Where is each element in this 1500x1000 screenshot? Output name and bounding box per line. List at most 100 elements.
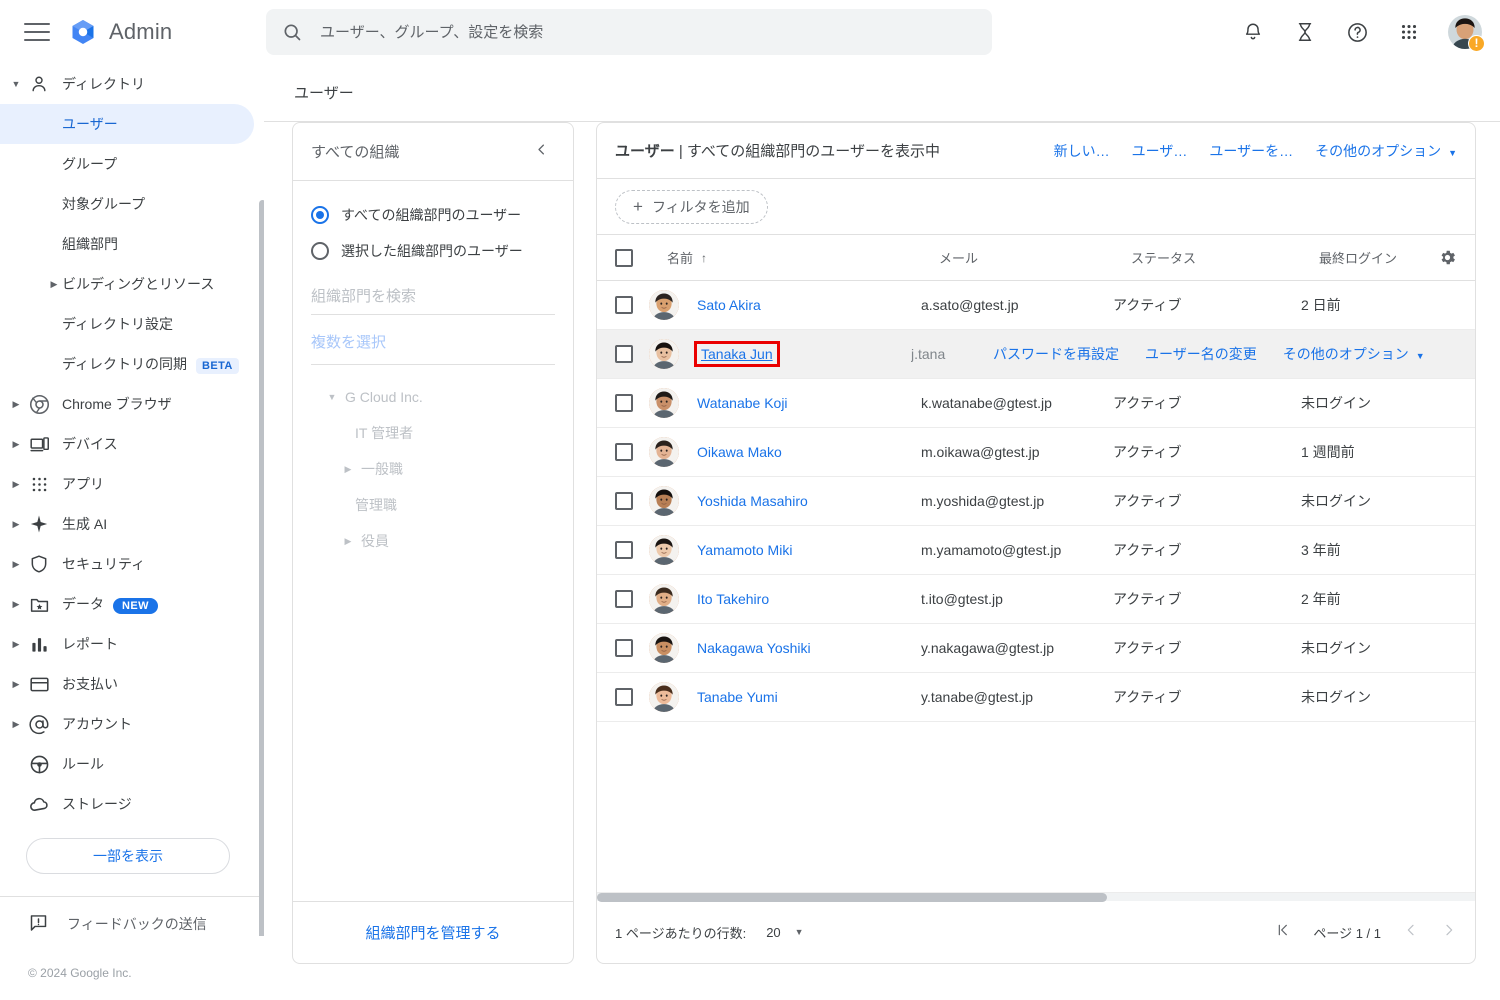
row-action-1[interactable]: ユーザー名の変更 xyxy=(1145,344,1257,364)
row-checkbox[interactable] xyxy=(615,394,633,412)
sidebar-item-5[interactable]: ▶ ビルディングとリソース xyxy=(0,264,264,304)
row-action-0[interactable]: パスワードを再設定 xyxy=(993,344,1119,364)
table-row[interactable]: Watanabe Koji k.watanabe@gtest.jp アクティブ 未ログ… xyxy=(597,379,1475,428)
send-feedback-button[interactable]: フィードバックの送信 xyxy=(0,897,264,936)
sidebar-item-6[interactable]: ディレクトリ設定 xyxy=(0,304,264,344)
expand-caret-icon[interactable]: ▶ xyxy=(10,399,22,410)
horizontal-scrollbar-track[interactable] xyxy=(597,892,1475,902)
row-checkbox[interactable] xyxy=(615,590,633,608)
table-row[interactable]: Tanaka Jun j.tanaj.tana パスワードを再設定 ユーザー名の変更 そ… xyxy=(597,330,1475,379)
table-row[interactable]: Sato Akira a.sato@gtest.jp アクティブ 2 日前 xyxy=(597,281,1475,330)
hourglass-icon[interactable] xyxy=(1292,19,1318,45)
expand-caret-icon[interactable]: ▶ xyxy=(10,439,22,450)
chevron-down-icon[interactable]: ▼ xyxy=(795,927,804,937)
sidebar-item-7[interactable]: ディレクトリの同期 BETA xyxy=(0,344,264,384)
sidebar-item-10[interactable]: ▶ アプリ xyxy=(0,464,264,504)
sidebar-item-3[interactable]: 対象グループ xyxy=(0,184,264,224)
user-name-link[interactable]: Watanabe Koji xyxy=(697,395,788,411)
user-name-link[interactable]: Sato Akira xyxy=(697,297,761,313)
chevron-down-icon[interactable]: ▼ xyxy=(325,392,339,402)
chevron-down-icon[interactable]: ▼ xyxy=(1448,148,1457,158)
row-checkbox[interactable] xyxy=(615,296,633,314)
user-name-link[interactable]: Yamamoto Miki xyxy=(697,542,792,558)
row-checkbox[interactable] xyxy=(615,688,633,706)
column-header-last-login[interactable]: 最終ログイン xyxy=(1319,248,1439,267)
search-input[interactable] xyxy=(320,23,976,41)
multi-select-link[interactable]: 複数を選択 xyxy=(311,331,555,365)
org-tree-item-4[interactable]: ▶ 役員 xyxy=(311,523,555,559)
expand-caret-icon[interactable]: ▶ xyxy=(10,599,22,610)
sidebar-item-11[interactable]: ▶ 生成 AI xyxy=(0,504,264,544)
expand-caret-icon[interactable]: ▶ xyxy=(10,519,22,530)
row-checkbox[interactable] xyxy=(615,443,633,461)
expand-caret-icon[interactable]: ▶ xyxy=(10,679,22,690)
search-bar[interactable] xyxy=(266,9,992,55)
select-all-checkbox[interactable] xyxy=(615,248,633,267)
column-header-status[interactable]: ステータス xyxy=(1131,248,1319,267)
prev-page-icon[interactable] xyxy=(1403,922,1419,942)
table-row[interactable]: Ito Takehiro t.ito@gtest.jp アクティブ 2 年前 xyxy=(597,575,1475,624)
user-name-link[interactable]: Tanabe Yumi xyxy=(697,689,778,705)
table-action-1[interactable]: ユーザ… xyxy=(1132,141,1188,161)
sidebar-item-12[interactable]: ▶ セキュリティ xyxy=(0,544,264,584)
help-icon[interactable] xyxy=(1344,19,1370,45)
table-row[interactable]: Yamamoto Miki m.yamamoto@gtest.jp アクティブ 3 年… xyxy=(597,526,1475,575)
sidebar-item-4[interactable]: 組織部門 xyxy=(0,224,264,264)
sidebar-item-14[interactable]: ▶ レポート xyxy=(0,624,264,664)
row-action-2[interactable]: その他のオプション ▼ xyxy=(1283,344,1425,364)
sidebar-item-9[interactable]: ▶ デバイス xyxy=(0,424,264,464)
sidebar-item-17[interactable]: ルール xyxy=(0,744,264,784)
sidebar-item-8[interactable]: ▶ Chrome ブラウザ xyxy=(0,384,264,424)
expand-caret-icon[interactable]: ▶ xyxy=(48,279,60,290)
org-search-input[interactable]: 組織部門を検索 xyxy=(311,285,555,315)
row-checkbox[interactable] xyxy=(615,345,633,363)
gear-icon[interactable] xyxy=(1438,248,1457,267)
chevron-down-icon[interactable]: ▼ xyxy=(1416,351,1425,361)
horizontal-scrollbar-thumb[interactable] xyxy=(597,893,1107,902)
sidebar-item-0[interactable]: ▼ ディレクトリ xyxy=(0,64,264,104)
expand-caret-icon[interactable]: ▼ xyxy=(10,79,22,89)
org-tree-item-3[interactable]: 管理職 xyxy=(311,487,555,523)
org-tree-item-1[interactable]: IT 管理者 xyxy=(311,415,555,451)
sidebar-item-1[interactable]: ユーザー xyxy=(0,104,254,144)
sidebar-item-15[interactable]: ▶ お支払い xyxy=(0,664,264,704)
expand-caret-icon[interactable]: ▶ xyxy=(10,639,22,650)
user-name-link[interactable]: Oikawa Mako xyxy=(697,444,782,460)
show-more-button[interactable]: 一部を表示 xyxy=(26,838,230,874)
hamburger-icon[interactable] xyxy=(24,23,50,41)
chevron-right-icon[interactable]: ▶ xyxy=(341,536,355,547)
expand-caret-icon[interactable]: ▶ xyxy=(10,559,22,570)
table-action-0[interactable]: 新しい… xyxy=(1054,141,1110,161)
user-name-link[interactable]: Tanaka Jun xyxy=(694,341,780,367)
add-filter-button[interactable]: + フィルタを追加 xyxy=(615,189,768,224)
next-page-icon[interactable] xyxy=(1441,922,1457,942)
table-row[interactable]: Yoshida Masahiro m.yoshida@gtest.jp アクティブ 未… xyxy=(597,477,1475,526)
rows-per-page[interactable]: 1 ページあたりの行数: 20 ▼ xyxy=(615,923,804,942)
org-tree-item-2[interactable]: ▶ 一般職 xyxy=(311,451,555,487)
table-row[interactable]: Nakagawa Yoshiki y.nakagawa@gtest.jp アクティブ… xyxy=(597,624,1475,673)
row-checkbox[interactable] xyxy=(615,492,633,510)
table-action-2[interactable]: ユーザーを… xyxy=(1209,141,1293,161)
row-checkbox[interactable] xyxy=(615,541,633,559)
manage-org-units-link[interactable]: 組織部門を管理する xyxy=(293,901,573,963)
expand-caret-icon[interactable]: ▶ xyxy=(10,479,22,490)
column-header-name[interactable]: 名前 ↑ xyxy=(667,248,939,267)
table-row[interactable]: Tanabe Yumi y.tanabe@gtest.jp アクティブ 未ログイン xyxy=(597,673,1475,722)
expand-caret-icon[interactable]: ▶ xyxy=(10,719,22,730)
sidebar-item-18[interactable]: ストレージ xyxy=(0,784,264,824)
table-row[interactable]: Oikawa Mako m.oikawa@gtest.jp アクティブ 1 週間前 xyxy=(597,428,1475,477)
sidebar-item-16[interactable]: ▶ アカウント xyxy=(0,704,264,744)
table-action-3[interactable]: その他のオプション ▼ xyxy=(1315,141,1457,161)
sidebar-item-13[interactable]: ▶ データ NEW xyxy=(0,584,264,624)
avatar[interactable]: ! xyxy=(1448,15,1485,52)
row-checkbox[interactable] xyxy=(615,639,633,657)
radio-selected-org-units[interactable]: 選択した組織部門のユーザー xyxy=(311,233,555,269)
apps-grid-icon[interactable] xyxy=(1396,19,1422,45)
first-page-icon[interactable] xyxy=(1275,922,1291,942)
user-name-link[interactable]: Yoshida Masahiro xyxy=(697,493,808,509)
sidebar-scrollbar[interactable] xyxy=(259,200,264,936)
chevron-right-icon[interactable]: ▶ xyxy=(341,464,355,475)
radio-all-org-units[interactable]: すべての組織部門のユーザー xyxy=(311,197,555,233)
chevron-left-icon[interactable] xyxy=(528,138,555,166)
user-name-link[interactable]: Nakagawa Yoshiki xyxy=(697,640,811,656)
